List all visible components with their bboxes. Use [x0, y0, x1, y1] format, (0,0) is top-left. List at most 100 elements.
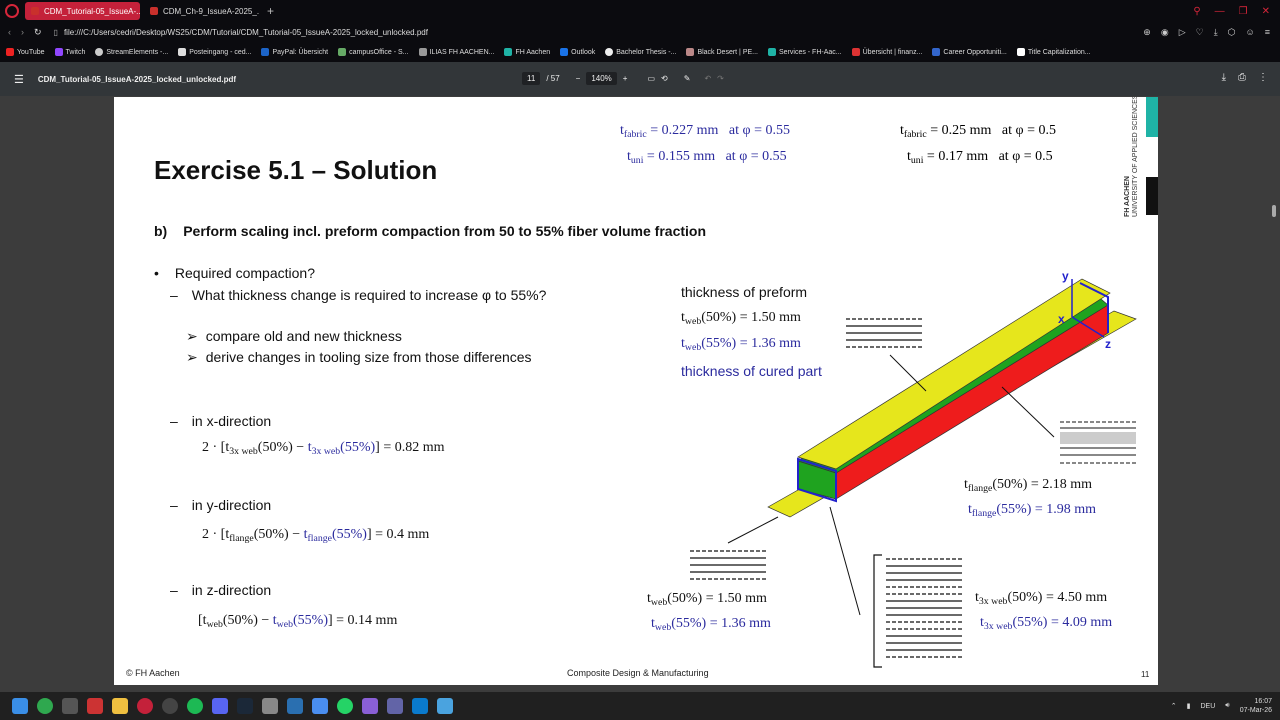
fh-icon [504, 48, 513, 56]
campus-icon [338, 48, 347, 56]
minimize-icon[interactable]: — [1215, 6, 1225, 17]
bookmark-twitch[interactable]: Twitch [54, 48, 85, 56]
teams-icon[interactable] [387, 698, 403, 714]
bookmark-services[interactable]: Services - FH-Aac... [768, 48, 842, 56]
windows-start-icon[interactable] [12, 698, 28, 714]
bookmark-career[interactable]: Career Opportuniti... [932, 48, 1007, 56]
footer-left: © FH Aachen [126, 668, 180, 678]
edge-icon[interactable] [287, 698, 303, 714]
bookmark-paypal[interactable]: PayPal: Übersicht [261, 48, 328, 56]
fh-icon [768, 48, 776, 56]
explorer-icon[interactable] [112, 698, 128, 714]
tab-active[interactable]: CDM_Tutorial-05_IssueA-...✕ [25, 2, 140, 20]
steam-icon[interactable] [237, 698, 253, 714]
msi-icon[interactable] [87, 698, 103, 714]
whatsapp-icon[interactable] [337, 698, 353, 714]
search-icon[interactable]: ⚲ [1193, 6, 1200, 17]
profile-icon[interactable]: ☺ [1246, 27, 1255, 38]
bookmark-outlook[interactable]: Outlook [560, 48, 595, 56]
bookmark-blackdesert[interactable]: Black Desert | PE... [686, 48, 758, 56]
zoom-out-button[interactable]: − [576, 74, 581, 83]
streamelements-icon [95, 48, 104, 56]
zoom-icon[interactable]: ⊕ [1143, 27, 1151, 38]
discord-icon[interactable] [212, 698, 228, 714]
page-number-input[interactable]: 11 [522, 72, 541, 85]
youtube-icon [6, 48, 14, 56]
clock[interactable]: 16:07 07-Mar-26 [1240, 697, 1272, 715]
back-icon[interactable]: ‹ [8, 27, 11, 38]
close-window-icon[interactable]: ✕ [1262, 6, 1270, 17]
axis-y-label: y [1062, 269, 1069, 283]
store-icon[interactable] [312, 698, 328, 714]
photos-icon[interactable] [262, 698, 278, 714]
chevron-up-icon[interactable]: ⌃ [1171, 702, 1177, 710]
zoom-in-button[interactable]: + [623, 74, 628, 83]
fit-page-icon[interactable]: ▭ [647, 74, 655, 83]
app-icon[interactable] [62, 698, 78, 714]
new-tab-button[interactable]: + [263, 4, 278, 18]
stack-top [846, 318, 922, 348]
stack-flange [1060, 421, 1136, 464]
career-icon [932, 48, 941, 56]
bookmark-ilias[interactable]: ILIAS FH AACHEN... [418, 48, 494, 56]
vscode-icon[interactable] [412, 698, 428, 714]
tab-second[interactable]: CDM_Ch-9_IssueA-2025_...✕ [144, 2, 259, 20]
leader-top [889, 354, 927, 392]
gallery-icon[interactable] [437, 698, 453, 714]
google-icon [605, 48, 614, 56]
more-options-icon[interactable]: ⋮ [1258, 72, 1268, 83]
browser-tabbar: CDM_Tutorial-05_IssueA-...✕ CDM_Ch-9_Iss… [0, 0, 1280, 22]
zoom-level[interactable]: 140% [586, 72, 617, 85]
menu-icon[interactable]: ≡ [1265, 27, 1270, 38]
mail-icon [178, 48, 187, 56]
red-web [835, 304, 1109, 500]
bookmark-title-cap[interactable]: Title Capitalization... [1016, 48, 1091, 56]
bookmark-streamelements[interactable]: StreamElements -... [95, 48, 168, 56]
spotify-icon[interactable] [187, 698, 203, 714]
url-field[interactable]: file:///C:/Users/cedri/Desktop/WS25/CDM/… [64, 28, 428, 37]
paypal-icon [261, 48, 270, 56]
bookmark-finanz[interactable]: Übersicht | finanz... [851, 48, 922, 56]
page-total: / 57 [546, 74, 560, 83]
hamburger-menu-icon[interactable]: ☰ [14, 73, 24, 86]
download-icon[interactable]: ⤓ [1214, 27, 1218, 38]
bookmark-youtube[interactable]: YouTube [6, 48, 45, 56]
bookmark-bachelor[interactable]: Bachelor Thesis -... [605, 48, 676, 56]
heart-icon[interactable]: ♡ [1196, 27, 1204, 38]
forward-icon[interactable]: › [21, 27, 24, 38]
annotate-icon[interactable]: ✎ [684, 74, 691, 83]
opera-icon[interactable] [137, 698, 153, 714]
opera-logo-icon[interactable] [5, 4, 19, 18]
game-icon [686, 48, 695, 56]
play-icon[interactable]: ▷ [1179, 27, 1186, 38]
maximize-icon[interactable]: ❐ [1239, 6, 1248, 17]
battery-icon[interactable]: ▮ [1187, 702, 1191, 710]
obsidian-icon[interactable] [362, 698, 378, 714]
lang-indicator[interactable]: DEU [1201, 703, 1216, 710]
bookmark-mail[interactable]: Posteingang - ced... [178, 48, 251, 56]
scrollbar-thumb[interactable] [1272, 205, 1276, 217]
camera-icon[interactable]: ◉ [1161, 27, 1169, 38]
file-icon: ▯ [53, 27, 58, 37]
chatgpt-icon[interactable] [162, 698, 178, 714]
windows-taskbar: ⌃ ▮ DEU 🔊︎ 16:07 07-Mar-26 [0, 692, 1280, 720]
undo-icon[interactable]: ↶ [704, 74, 711, 83]
extensions-icon[interactable]: ⬡ [1228, 27, 1236, 38]
redo-icon[interactable]: ↷ [717, 74, 724, 83]
volume-icon[interactable]: 🔊︎ [1225, 702, 1229, 710]
rotate-icon[interactable]: ⟲ [661, 74, 668, 83]
reload-icon[interactable]: ↻ [34, 27, 42, 38]
leader-3x-web [829, 506, 861, 616]
footer-page: 11 [1141, 670, 1150, 679]
pdf-toolbar: ☰ CDM_Tutorial-05_IssueA-2025_locked_unl… [0, 62, 1280, 96]
scrollbar[interactable] [1272, 100, 1278, 685]
bookmark-fhaachen[interactable]: FH Aachen [504, 48, 550, 56]
print-icon[interactable]: ⎙ [1238, 72, 1246, 83]
xbox-icon[interactable] [37, 698, 53, 714]
bookmark-campusoffice[interactable]: campusOffice - S... [338, 48, 409, 56]
download-icon[interactable]: ⤓ [1222, 72, 1226, 83]
system-tray: ⌃ ▮ DEU 🔊︎ 16:07 07-Mar-26 [1171, 697, 1280, 715]
axis-x-label: x [1058, 312, 1065, 326]
outlook-icon [560, 48, 569, 56]
bookmarks-bar: YouTube Twitch StreamElements -... Poste… [0, 42, 1280, 62]
